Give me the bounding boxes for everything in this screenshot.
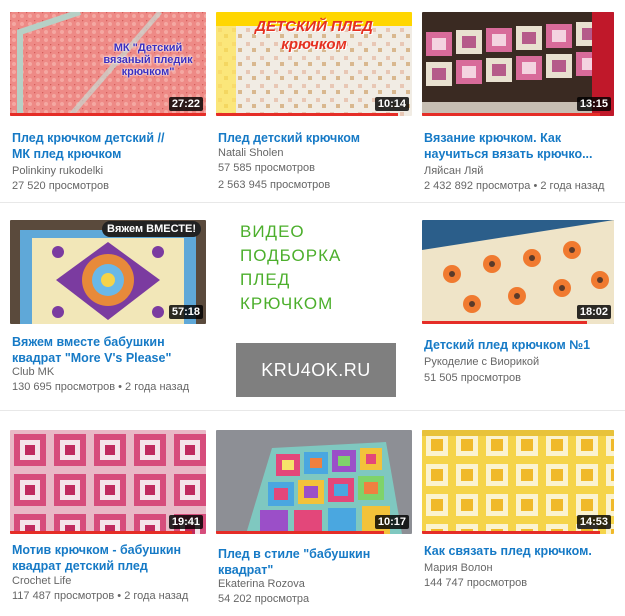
row-divider-2 (0, 410, 625, 411)
channel-name[interactable]: Club MK (12, 365, 54, 380)
video-title[interactable]: Как связать плед крючком. (424, 543, 592, 559)
site-badge[interactable]: KRU4OK.RU (236, 343, 396, 397)
channel-name[interactable]: Polinkiny rukodelki (12, 164, 103, 179)
video-thumbnail[interactable]: 19:41 (10, 430, 206, 534)
video-thumbnail[interactable]: Вяжем ВМЕСТЕ! 57:18 (10, 220, 206, 324)
channel-name[interactable]: Рукоделие с Виорикой (424, 355, 539, 370)
channel-name[interactable]: Ekaterina Rozova (218, 577, 305, 592)
duration-badge: 14:53 (576, 515, 611, 529)
promo-line: ВИДЕО (240, 222, 305, 241)
view-count: 27 520 просмотров (12, 180, 109, 192)
thumbnail-caption: МК "Детский вязаный пледик крючком" (103, 42, 193, 78)
watch-progress-bar (422, 113, 600, 116)
watch-progress-bar (216, 531, 384, 534)
view-count: 117 487 просмотров • 2 года назад (12, 590, 189, 602)
thumbnail-caption: Вяжем ВМЕСТЕ! (102, 221, 202, 237)
duration-badge: 57:18 (168, 305, 203, 319)
video-thumbnail[interactable]: 13:15 (422, 12, 614, 116)
view-count: 144 747 просмотров (424, 577, 528, 589)
video-thumbnail[interactable]: 10:17 (216, 430, 412, 534)
view-count: 51 505 просмотров (424, 372, 521, 384)
video-title[interactable]: Детский плед крючком №1 (424, 337, 590, 353)
duration-badge: 18:02 (576, 305, 611, 319)
upload-age: 2 года назад (124, 590, 189, 602)
duration-badge: 10:17 (374, 515, 409, 529)
channel-name[interactable]: Ляйсан Ляй (424, 164, 483, 179)
video-thumbnail[interactable]: ДЕТСКИЙ ПЛЕД крючком 10:14 (216, 12, 412, 116)
channel-name[interactable]: Crochet Life (12, 574, 71, 589)
watch-progress-bar (10, 531, 192, 534)
watch-progress-bar (422, 321, 587, 324)
view-count: 54 202 просмотра (218, 593, 310, 605)
thumbnail-caption: ДЕТСКИЙ ПЛЕД крючком (255, 18, 373, 53)
promo-line: КРЮЧКОМ (240, 294, 334, 313)
channel-name[interactable]: Natali Sholen (218, 146, 283, 161)
upload-age: 2 года назад (540, 180, 605, 192)
view-count: 130 695 просмотров • 2 года назад (12, 381, 190, 393)
row-divider-1 (0, 202, 625, 203)
video-thumbnail[interactable]: 18:02 (422, 220, 614, 324)
duration-badge: 27:22 (168, 97, 203, 111)
video-thumbnail[interactable]: МК "Детский вязаный пледик крючком" 27:2… (10, 12, 206, 116)
upload-age: 2 года назад (125, 381, 190, 393)
view-count: 2 432 892 просмотра • 2 года назад (424, 180, 605, 192)
video-title[interactable]: Мотив крючком - бабушкин квадрат детский … (12, 542, 181, 574)
duration-badge: 19:41 (168, 515, 203, 529)
watch-progress-bar (422, 531, 600, 534)
video-title[interactable]: Вязание крючком. Как научиться вязать крю… (424, 130, 593, 162)
video-thumbnail[interactable]: 14:53 (422, 430, 614, 534)
promo-line: ПОДБОРКА (240, 246, 342, 265)
promo-line: ПЛЕД (240, 270, 291, 289)
view-count: 57 585 просмотров (218, 162, 315, 174)
watch-progress-bar (216, 113, 398, 116)
watch-progress-bar (10, 113, 206, 116)
duration-badge: 10:14 (374, 97, 409, 111)
view-count-secondary: 2 563 945 просмотров (218, 179, 331, 191)
channel-name[interactable]: Мария Волон (424, 561, 493, 576)
video-title[interactable]: Плед в стиле "бабушкин квадрат" (218, 546, 370, 578)
video-title[interactable]: Вяжем вместе бабушкин квадрат "More V's P… (12, 334, 171, 366)
video-title[interactable]: Плед детский крючком (218, 130, 360, 146)
video-title[interactable]: Плед крючком детский //МК плед крючком (12, 130, 164, 162)
duration-badge: 13:15 (576, 97, 611, 111)
